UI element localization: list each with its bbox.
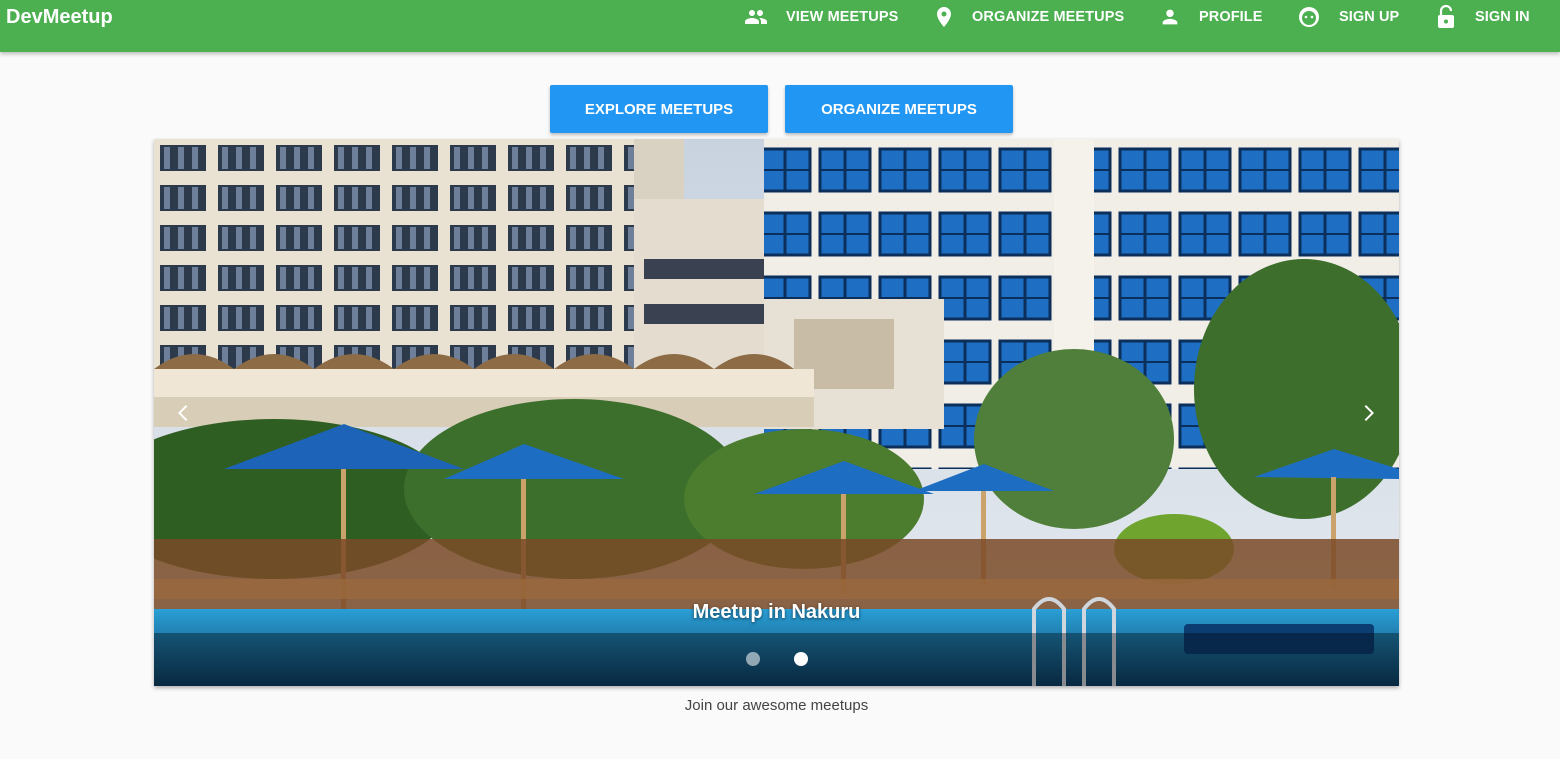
- carousel-prev-button[interactable]: [166, 397, 202, 433]
- chevron-right-icon: [1356, 401, 1380, 430]
- tagline-text: Join our awesome meetups: [684, 697, 869, 714]
- top-toolbar: DevMeetup VIEW MEETUPS ORGANIZE MEETUPS …: [0, 0, 1560, 52]
- nav-label: ORGANIZE MEETUPS: [972, 9, 1125, 25]
- people-icon: [744, 5, 768, 29]
- nav-sign-up[interactable]: SIGN UP: [1297, 0, 1399, 34]
- explore-meetups-button[interactable]: EXPLORE MEETUPS: [550, 85, 768, 133]
- face-icon: [1297, 5, 1321, 29]
- carousel-controls: [154, 633, 1399, 686]
- nav-view-meetups[interactable]: VIEW MEETUPS: [744, 0, 898, 34]
- nav-label: PROFILE: [1199, 9, 1263, 25]
- app-brand[interactable]: DevMeetup: [6, 0, 113, 34]
- nav-sign-in[interactable]: SIGN IN: [1435, 0, 1530, 34]
- carousel-indicator-1[interactable]: [746, 652, 760, 666]
- nav-profile[interactable]: PROFILE: [1159, 0, 1263, 34]
- meetup-carousel: Meetup in Nakuru: [154, 139, 1399, 686]
- nav-organize-meetups[interactable]: ORGANIZE MEETUPS: [934, 0, 1124, 34]
- nav-label: SIGN IN: [1475, 9, 1530, 25]
- slide-caption: Meetup in Nakuru: [692, 601, 861, 623]
- nav-label: VIEW MEETUPS: [786, 9, 899, 25]
- lock-open-icon: [1435, 4, 1457, 30]
- carousel-indicator-2-active[interactable]: [794, 652, 808, 666]
- nav-label: SIGN UP: [1339, 9, 1400, 25]
- person-icon: [1159, 5, 1181, 29]
- carousel-next-button[interactable]: [1350, 397, 1386, 433]
- organize-meetups-button[interactable]: ORGANIZE MEETUPS: [785, 85, 1013, 133]
- chevron-left-icon: [172, 401, 196, 430]
- location-pin-icon: [934, 5, 954, 29]
